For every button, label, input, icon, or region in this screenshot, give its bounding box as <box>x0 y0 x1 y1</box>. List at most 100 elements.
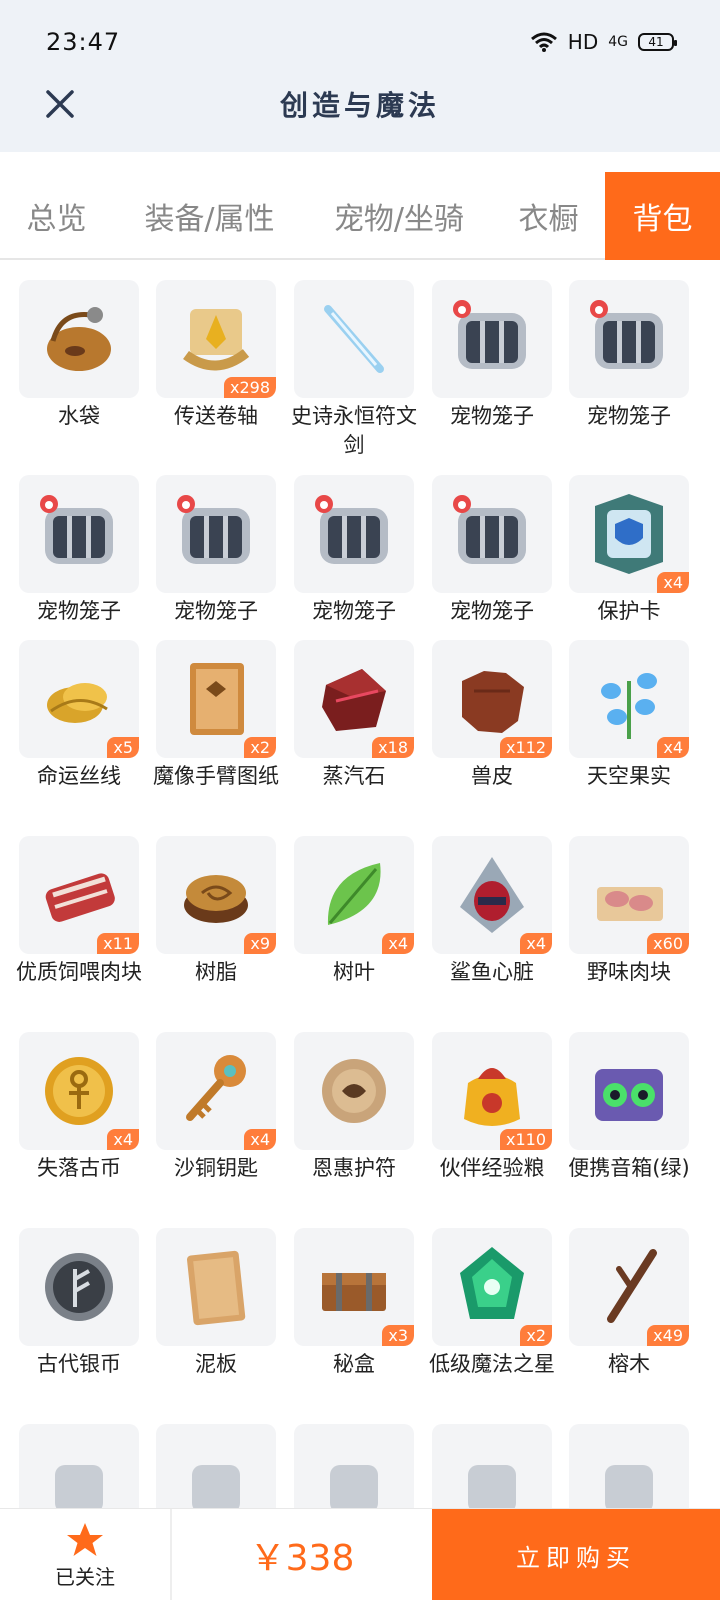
steam-stone-icon <box>322 669 386 731</box>
item-tile: x49 <box>569 1228 689 1346</box>
blueprint-icon <box>190 663 244 735</box>
meat-icon <box>45 873 115 922</box>
inventory-item[interactable]: x18 蒸汽石 <box>289 640 419 791</box>
resin-icon <box>184 875 248 923</box>
inventory-item[interactable] <box>14 1424 144 1508</box>
inventory-item[interactable]: 宠物笼子 <box>564 280 694 431</box>
tab-wardrobe[interactable]: 衣橱 <box>492 172 605 260</box>
page-title: 创造与魔法 <box>279 89 440 122</box>
item-name: 优质饲喂肉块 <box>16 960 142 984</box>
item-tile: x4 <box>569 640 689 758</box>
item-tile <box>432 475 552 593</box>
network-type: HD <box>567 30 599 54</box>
top-header: 23:47 HD 4G 41 创造与魔法 <box>0 0 720 152</box>
item-quantity-badge: x2 <box>244 737 276 758</box>
tab-backpack[interactable]: 背包 <box>605 172 720 260</box>
item-tile <box>569 1032 689 1150</box>
buy-now-button[interactable]: 立即购买 <box>432 1509 720 1600</box>
inventory-item[interactable]: x4 保护卡 <box>564 475 694 626</box>
inventory-item[interactable]: x5 命运丝线 <box>14 640 144 791</box>
item-quantity-badge: x60 <box>647 933 689 954</box>
secret-box-icon <box>322 1273 386 1311</box>
item-name: 命运丝线 <box>37 764 121 788</box>
status-icons: HD 4G 41 <box>530 30 677 54</box>
item-name: 野味肉块 <box>587 960 671 984</box>
inventory-item[interactable]: 史诗永恒符文剑 <box>289 280 419 460</box>
inventory-item[interactable] <box>564 1424 694 1508</box>
item-name: 保护卡 <box>597 599 661 623</box>
fate-thread-icon <box>47 683 108 723</box>
banyan-wood-icon <box>607 1249 657 1323</box>
inventory-item[interactable]: 宠物笼子 <box>14 475 144 626</box>
inventory-item[interactable] <box>289 1424 419 1508</box>
inventory-grid: 水袋 x298 传送卷轴 史诗永恒符文剑 宠物笼子 宠物笼子 宠物笼子 宠物笼子 宠物笼子 宠物笼… <box>0 280 720 1508</box>
inventory-item[interactable]: x4 鲨鱼心脏 <box>427 836 557 987</box>
inventory-item[interactable]: x60 野味肉块 <box>564 836 694 987</box>
inventory-item[interactable]: 水袋 <box>14 280 144 431</box>
inventory-item[interactable] <box>151 1424 281 1508</box>
inventory-item[interactable]: x4 天空果实 <box>564 640 694 791</box>
inventory-item[interactable]: x2 魔像手臂图纸 <box>151 640 281 791</box>
price: ￥338 <box>249 1538 355 1579</box>
inventory-item[interactable]: 恩惠护符 <box>289 1032 419 1183</box>
item-name: 恩惠护符 <box>312 1156 396 1180</box>
inventory-item[interactable]: x112 兽皮 <box>427 640 557 791</box>
clay-tablet-icon <box>186 1250 246 1326</box>
item-quantity-badge: x4 <box>657 572 689 593</box>
tab-pets-mounts[interactable]: 宠物/坐骑 <box>306 172 492 260</box>
item-tile: x2 <box>432 1228 552 1346</box>
item-tile <box>432 280 552 398</box>
wifi-icon <box>530 32 557 52</box>
item-name: 宠物笼子 <box>450 599 534 623</box>
pet-cage-icon <box>453 495 526 564</box>
item-name: 史诗永恒符文剑 <box>291 404 417 457</box>
exp-bag-icon <box>464 1068 520 1126</box>
inventory-item[interactable]: 宠物笼子 <box>289 475 419 626</box>
inventory-item[interactable]: 便携音箱(绿) <box>564 1032 694 1183</box>
item-tile: x4 <box>156 1032 276 1150</box>
item-name: 秘盒 <box>333 1352 375 1376</box>
inventory-item[interactable]: x3 秘盒 <box>289 1228 419 1379</box>
item-quantity-badge: x18 <box>372 737 414 758</box>
item-quantity-badge: x9 <box>244 933 276 954</box>
item-name: 沙铜钥匙 <box>174 1156 258 1180</box>
inventory-item[interactable]: 宠物笼子 <box>427 280 557 431</box>
star-icon <box>67 1522 103 1556</box>
item-tile: x298 <box>156 280 276 398</box>
inventory-item[interactable]: x4 沙铜钥匙 <box>151 1032 281 1183</box>
item-tile: x11 <box>19 836 139 954</box>
item-tile: x3 <box>294 1228 414 1346</box>
partial-item-icon <box>468 1465 516 1508</box>
item-tile <box>294 1032 414 1150</box>
inventory-item[interactable]: 宠物笼子 <box>427 475 557 626</box>
inventory-item[interactable] <box>427 1424 557 1508</box>
inventory-item[interactable]: 泥板 <box>151 1228 281 1379</box>
item-quantity-badge: x49 <box>647 1325 689 1346</box>
pet-cage-icon <box>590 300 663 369</box>
inventory-item[interactable]: x11 优质饲喂肉块 <box>14 836 144 987</box>
item-name: 宠物笼子 <box>312 599 396 623</box>
inventory-item[interactable]: x4 树叶 <box>289 836 419 987</box>
inventory-item[interactable]: x4 失落古币 <box>14 1032 144 1183</box>
item-name: 树脂 <box>195 960 237 984</box>
pet-cage-icon <box>177 495 250 564</box>
inventory-item[interactable]: x49 榕木 <box>564 1228 694 1379</box>
inventory-item[interactable]: x298 传送卷轴 <box>151 280 281 431</box>
partial-item-icon <box>330 1465 378 1508</box>
item-tile <box>569 1424 689 1508</box>
follow-button[interactable]: 已关注 <box>0 1509 172 1600</box>
tab-overview[interactable]: 总览 <box>0 172 113 260</box>
bronze-key-icon <box>186 1055 246 1121</box>
inventory-item[interactable]: 古代银币 <box>14 1228 144 1379</box>
teleport-scroll-icon <box>183 309 250 371</box>
inventory-item[interactable]: x110 伙伴经验粮 <box>427 1032 557 1183</box>
pet-cage-icon <box>315 495 388 564</box>
tab-equipment[interactable]: 装备/属性 <box>113 172 306 260</box>
item-name: 便携音箱(绿) <box>568 1156 690 1180</box>
partial-item-icon <box>605 1465 653 1508</box>
battery-icon: 41 <box>638 33 677 51</box>
inventory-item[interactable]: 宠物笼子 <box>151 475 281 626</box>
inventory-item[interactable]: x2 低级魔法之星 <box>427 1228 557 1379</box>
inventory-item[interactable]: x9 树脂 <box>151 836 281 987</box>
item-name: 树叶 <box>333 960 375 984</box>
